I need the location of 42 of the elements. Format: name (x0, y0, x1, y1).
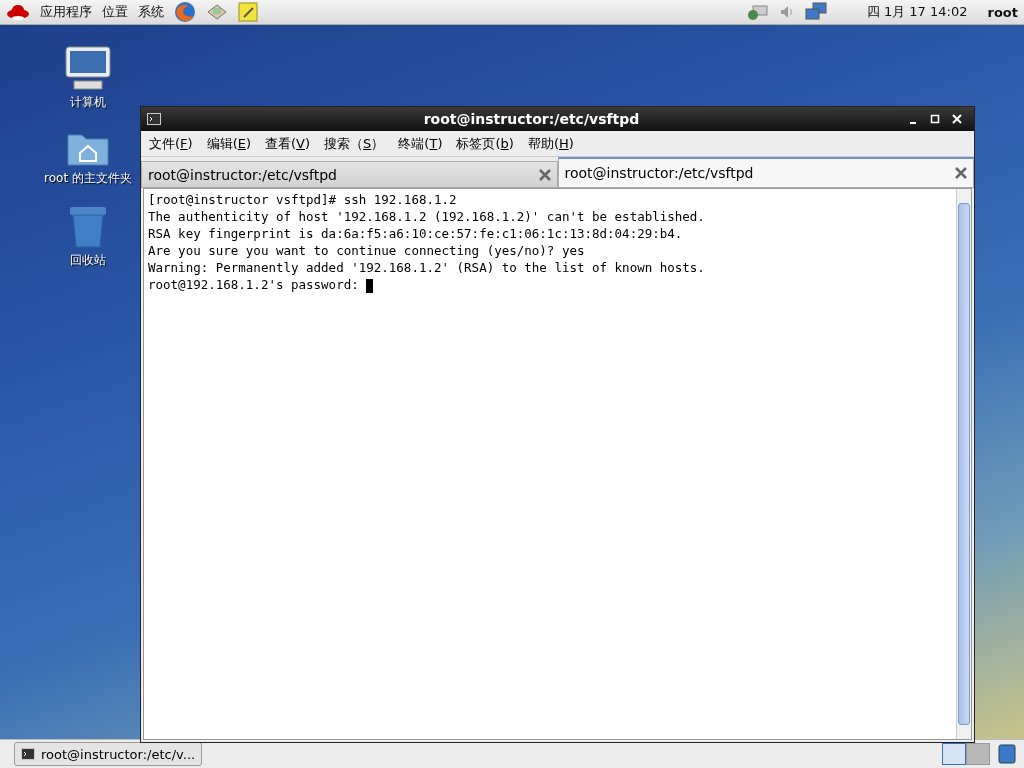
taskbar-button[interactable]: root@instructor:/etc/v... (14, 742, 203, 766)
clock[interactable]: 四 1月 17 14:02 (866, 3, 968, 21)
terminal-line: Warning: Permanently added '192.168.1.2' (RSA) to the list of known hosts. (148, 259, 706, 276)
trash-icon (68, 205, 108, 249)
menu-item[interactable]: 搜索（S） (324, 134, 385, 153)
menu-item[interactable]: 标签页(b) (456, 134, 514, 153)
desktop-icon-label[interactable]: 回收站 (70, 252, 106, 269)
text-cursor (366, 278, 374, 293)
terminal-line: RSA key fingerprint is da:6a:f5:a6:10:ce:57:fe:c1:06:1c:13:8d:04:29:b4. (148, 225, 684, 242)
note-edit-icon[interactable] (238, 2, 258, 22)
trash-icon[interactable] (998, 744, 1016, 764)
menu-item[interactable]: 文件(F) (149, 134, 193, 153)
network-icon[interactable] (746, 3, 769, 21)
terminal-line: [root@instructor vsftpd]# ssh 192.168.1.2 (148, 191, 458, 208)
desktop-icon-label[interactable]: root 的主文件夹 (44, 170, 132, 187)
panel-menu[interactable]: 位置 (102, 3, 128, 21)
monitors-icon[interactable] (804, 2, 827, 22)
menu-item[interactable]: 查看(V) (265, 134, 311, 153)
desktop-icon-label[interactable]: 计算机 (70, 94, 106, 111)
tab[interactable]: root@instructor:/etc/vsftpd (557, 157, 974, 188)
terminal-line: Are you sure you want to continue connecting (yes/no)? yes (148, 242, 586, 259)
menu-item[interactable]: 终端(T) (398, 134, 443, 153)
menu-item[interactable]: 编辑(E) (206, 134, 251, 153)
user-name[interactable]: root (987, 4, 1018, 20)
tab[interactable]: root@instructor:/etc/vsftpd (141, 161, 558, 188)
window-title: root@instructor:/etc/vsftpd (422, 111, 641, 127)
menu-item[interactable]: 帮助(H) (527, 134, 574, 153)
tab-label: root@instructor:/etc/vsftpd (564, 165, 755, 181)
browser-icon[interactable] (174, 1, 196, 23)
speaker-icon[interactable] (778, 4, 795, 20)
workspace-switcher-cell[interactable] (942, 743, 966, 765)
terminal-line: root@192.168.1.2's password: (148, 276, 952, 293)
panel-menu[interactable]: 应用程序 (40, 3, 92, 21)
panel-menu[interactable]: 系统 (138, 3, 164, 21)
workspace-switcher-cell[interactable] (966, 743, 990, 765)
computer-icon (64, 45, 112, 91)
terminal-icon (147, 113, 161, 125)
terminal-line: The authenticity of host '192.168.1.2 (192.168.1.2)' can't be established. (148, 208, 706, 225)
scrollbar[interactable] (956, 189, 971, 739)
terminal-icon (21, 748, 35, 760)
hat-logo-icon[interactable] (6, 3, 30, 21)
tab-label: root@instructor:/etc/vsftpd (148, 166, 338, 183)
